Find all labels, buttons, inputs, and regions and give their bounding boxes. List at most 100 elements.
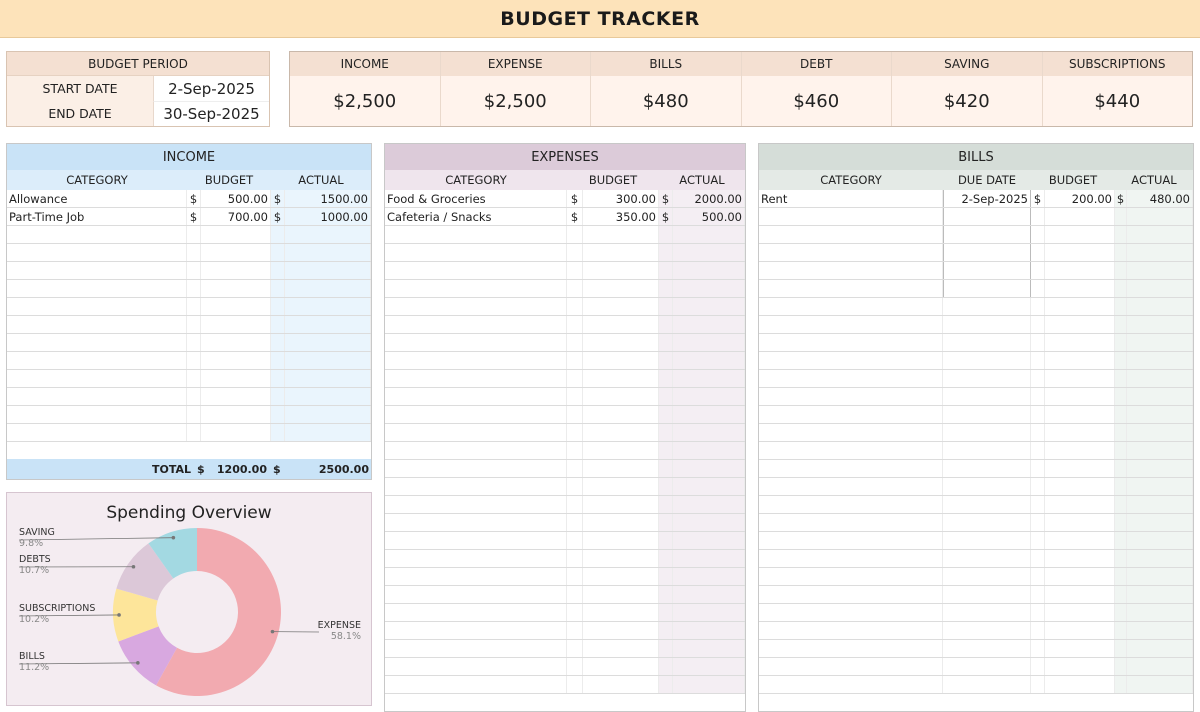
actual-currency-cell[interactable] xyxy=(659,478,673,495)
actual-cell[interactable] xyxy=(673,352,745,369)
budget-cell[interactable] xyxy=(1045,676,1115,693)
category-cell[interactable] xyxy=(759,532,943,549)
actual-cell[interactable] xyxy=(1127,622,1193,639)
category-cell[interactable] xyxy=(385,442,567,459)
actual-currency-cell[interactable] xyxy=(659,298,673,315)
actual-cell[interactable] xyxy=(1127,514,1193,531)
actual-currency-cell[interactable] xyxy=(1115,532,1127,549)
actual-currency-cell[interactable] xyxy=(659,460,673,477)
budget-currency-cell[interactable] xyxy=(187,298,201,315)
category-cell[interactable] xyxy=(759,640,943,657)
actual-cell[interactable] xyxy=(1127,208,1193,225)
budget-currency-cell[interactable] xyxy=(567,514,583,531)
category-cell[interactable] xyxy=(759,208,943,225)
actual-currency-cell[interactable] xyxy=(1115,388,1127,405)
actual-cell[interactable] xyxy=(1127,406,1193,423)
budget-currency-cell[interactable] xyxy=(1031,676,1045,693)
budget-cell[interactable] xyxy=(583,424,659,441)
category-cell[interactable] xyxy=(759,262,943,279)
budget-currency-cell[interactable] xyxy=(567,640,583,657)
category-cell[interactable] xyxy=(759,280,943,297)
budget-cell[interactable] xyxy=(1045,604,1115,621)
category-cell[interactable] xyxy=(759,460,943,477)
budget-currency-cell[interactable]: $ xyxy=(187,190,201,207)
actual-currency-cell[interactable] xyxy=(659,244,673,261)
due-date-cell[interactable] xyxy=(943,244,1031,261)
budget-cell[interactable] xyxy=(583,388,659,405)
category-cell[interactable] xyxy=(759,622,943,639)
actual-currency-cell[interactable] xyxy=(271,424,285,441)
due-date-cell[interactable] xyxy=(943,442,1031,459)
budget-currency-cell[interactable] xyxy=(187,280,201,297)
actual-currency-cell[interactable] xyxy=(271,406,285,423)
actual-currency-cell[interactable] xyxy=(1115,550,1127,567)
actual-currency-cell[interactable]: $ xyxy=(1115,190,1127,207)
due-date-cell[interactable] xyxy=(943,568,1031,585)
category-cell[interactable] xyxy=(759,568,943,585)
budget-currency-cell[interactable] xyxy=(1031,298,1045,315)
budget-currency-cell[interactable] xyxy=(1031,406,1045,423)
category-cell[interactable]: Cafeteria / Snacks xyxy=(385,208,567,225)
budget-currency-cell[interactable] xyxy=(187,370,201,387)
budget-currency-cell[interactable] xyxy=(1031,568,1045,585)
actual-currency-cell[interactable] xyxy=(659,514,673,531)
category-cell[interactable] xyxy=(385,244,567,261)
actual-currency-cell[interactable] xyxy=(1115,226,1127,243)
budget-currency-cell[interactable] xyxy=(1031,316,1045,333)
budget-cell[interactable] xyxy=(583,532,659,549)
due-date-cell[interactable] xyxy=(943,622,1031,639)
budget-cell[interactable] xyxy=(1045,388,1115,405)
budget-currency-cell[interactable] xyxy=(187,388,201,405)
actual-cell[interactable] xyxy=(1127,586,1193,603)
budget-currency-cell[interactable] xyxy=(567,496,583,513)
actual-currency-cell[interactable] xyxy=(271,334,285,351)
category-cell[interactable] xyxy=(759,244,943,261)
actual-cell[interactable] xyxy=(673,316,745,333)
actual-cell[interactable] xyxy=(673,532,745,549)
budget-currency-cell[interactable] xyxy=(1031,334,1045,351)
actual-cell[interactable] xyxy=(1127,568,1193,585)
budget-cell[interactable] xyxy=(583,280,659,297)
category-cell[interactable] xyxy=(759,658,943,675)
actual-cell[interactable] xyxy=(673,442,745,459)
due-date-cell[interactable] xyxy=(943,352,1031,369)
budget-cell[interactable] xyxy=(1045,532,1115,549)
budget-currency-cell[interactable] xyxy=(567,442,583,459)
actual-cell[interactable] xyxy=(285,316,371,333)
category-cell[interactable] xyxy=(7,280,187,297)
category-cell[interactable] xyxy=(759,406,943,423)
budget-cell[interactable] xyxy=(583,604,659,621)
actual-cell[interactable] xyxy=(1127,244,1193,261)
budget-cell[interactable] xyxy=(201,406,271,423)
budget-cell[interactable] xyxy=(583,334,659,351)
category-cell[interactable] xyxy=(7,352,187,369)
budget-currency-cell[interactable]: $ xyxy=(187,208,201,225)
budget-cell[interactable] xyxy=(201,298,271,315)
actual-cell[interactable] xyxy=(1127,226,1193,243)
category-cell[interactable] xyxy=(7,226,187,243)
budget-currency-cell[interactable] xyxy=(567,316,583,333)
summary-debt[interactable]: DEBT $460 xyxy=(741,52,892,126)
due-date-cell[interactable] xyxy=(943,658,1031,675)
category-cell[interactable] xyxy=(759,478,943,495)
actual-currency-cell[interactable]: $ xyxy=(659,208,673,225)
actual-cell[interactable] xyxy=(673,496,745,513)
actual-currency-cell[interactable] xyxy=(659,442,673,459)
actual-cell[interactable] xyxy=(673,424,745,441)
actual-currency-cell[interactable] xyxy=(1115,352,1127,369)
budget-currency-cell[interactable] xyxy=(187,316,201,333)
budget-cell[interactable] xyxy=(1045,352,1115,369)
actual-currency-cell[interactable] xyxy=(659,370,673,387)
actual-cell[interactable] xyxy=(673,226,745,243)
summary-saving[interactable]: SAVING $420 xyxy=(892,52,1043,126)
actual-cell[interactable] xyxy=(673,640,745,657)
actual-cell[interactable] xyxy=(673,478,745,495)
actual-cell[interactable]: 1000.00 xyxy=(285,208,371,225)
category-cell[interactable] xyxy=(7,298,187,315)
actual-currency-cell[interactable] xyxy=(271,316,285,333)
due-date-cell[interactable] xyxy=(943,298,1031,315)
category-cell[interactable]: Food & Groceries xyxy=(385,190,567,207)
actual-currency-cell[interactable] xyxy=(659,280,673,297)
budget-currency-cell[interactable] xyxy=(567,586,583,603)
budget-cell[interactable] xyxy=(583,640,659,657)
